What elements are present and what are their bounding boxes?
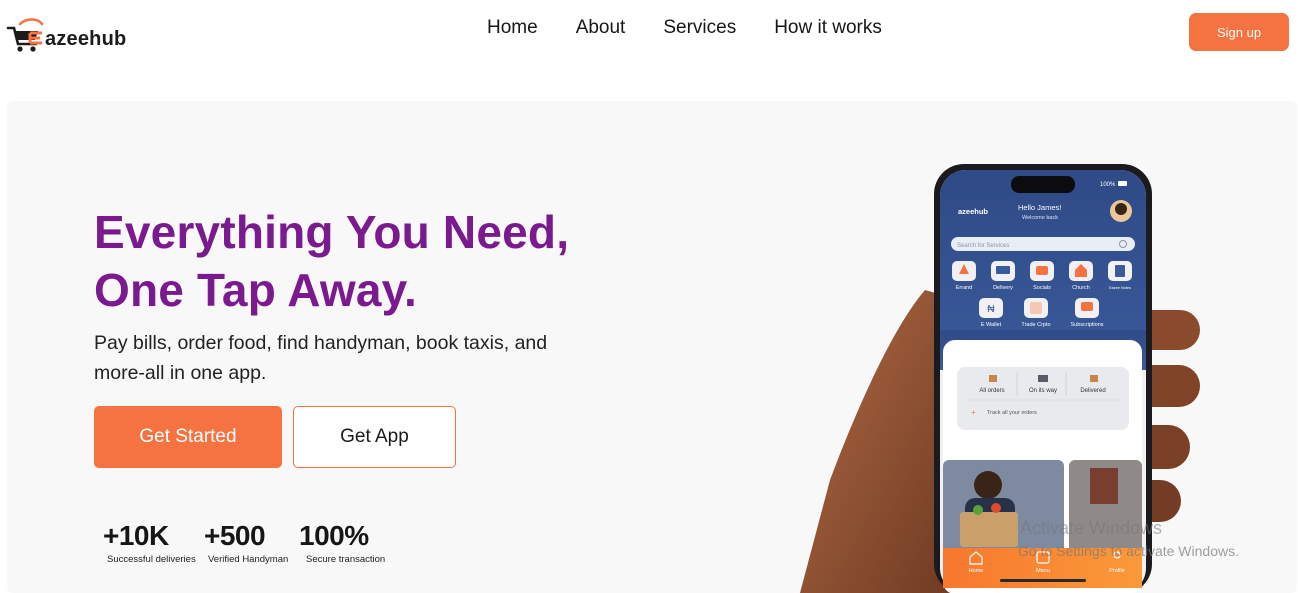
stat-value: 100% — [299, 520, 369, 551]
nav-about[interactable]: About — [576, 17, 626, 39]
hero-headline-line2: One Tap Away. — [94, 264, 417, 316]
app-greeting: Hello James! — [1018, 203, 1061, 212]
hero-subtitle: Pay bills, order food, find handyman, bo… — [94, 332, 548, 384]
windows-watermark-title: Activate Windows — [1020, 518, 1163, 538]
track-orders-link[interactable]: Track all your orders — [987, 410, 1037, 416]
nav-how-it-works[interactable]: How it works — [774, 17, 882, 39]
stat-value: +10K — [103, 520, 169, 551]
subscriptions-icon — [1081, 302, 1093, 311]
service-label: Errand — [956, 285, 973, 291]
service-label: Trade Crpto — [1021, 322, 1050, 328]
get-app-button[interactable]: Get App — [293, 406, 456, 468]
grocery-bag-icon — [960, 512, 1018, 547]
delivered-box-icon — [1090, 375, 1098, 382]
stat-value: +500 — [204, 520, 266, 551]
battery-text: 100% — [1100, 182, 1116, 188]
brand-logo[interactable]: azeehub — [6, 16, 146, 58]
truck-icon — [1038, 375, 1048, 382]
stat-label: Successful deliveries — [107, 554, 196, 565]
app-logo-text: azeehub — [958, 207, 988, 216]
hero-headline-line1: Everything You Need, — [94, 206, 570, 258]
stat-label: Verified Handyman — [208, 554, 289, 565]
delivery-icon — [996, 266, 1010, 274]
orders-tab-onway[interactable]: On its way — [1029, 388, 1057, 394]
app-search-placeholder: Search for Services — [957, 243, 1009, 249]
notes-icon — [1115, 265, 1125, 277]
service-label: Church — [1072, 285, 1090, 291]
top-navigation-bar: azeehub Home About Services How it works… — [0, 0, 1298, 100]
home-indicator — [1000, 579, 1086, 582]
signup-button[interactable]: Sign up — [1189, 13, 1289, 51]
bottom-nav-home[interactable]: Home — [969, 568, 984, 574]
stat-handyman: +500 Verified Handyman — [204, 520, 288, 565]
stat-secure: 100% Secure transaction — [299, 520, 385, 565]
stat-deliveries: +10K Successful deliveries — [103, 520, 196, 565]
hero-headline: Everything You Need, One Tap Away. — [94, 203, 569, 319]
service-label: E Wallet — [981, 322, 1002, 328]
socials-icon — [1036, 266, 1048, 275]
main-nav: Home About Services How it works — [487, 17, 920, 39]
stat-label: Secure transaction — [306, 554, 386, 565]
app-greeting-sub: Welcome back — [1022, 215, 1058, 221]
naira-icon: ₦ — [987, 304, 995, 315]
nav-services[interactable]: Services — [663, 17, 736, 39]
battery-icon — [1118, 181, 1127, 186]
windows-watermark-subtitle: Go to Settings to activate Windows. — [1018, 543, 1239, 559]
cart-logo-icon — [6, 18, 44, 52]
get-started-button[interactable]: Get Started — [94, 406, 282, 468]
service-label: Socials — [1033, 285, 1051, 291]
crypto-icon — [1030, 302, 1042, 314]
box-icon — [989, 375, 997, 382]
service-label: Subscriptions — [1070, 322, 1103, 328]
brand-name: azeehub — [45, 28, 127, 50]
plus-icon[interactable]: + — [971, 408, 976, 417]
orders-tab-all[interactable]: All orders — [979, 388, 1004, 394]
service-label: Delivery — [993, 285, 1013, 291]
phone-notch — [1011, 176, 1075, 193]
service-label: Eazee Notes — [1109, 286, 1131, 290]
bottom-nav-menu[interactable]: Menu — [1036, 568, 1050, 574]
orders-tab-delivered[interactable]: Delivered — [1080, 388, 1105, 394]
nav-home[interactable]: Home — [487, 17, 538, 39]
bottom-nav-profile[interactable]: Profile — [1109, 568, 1125, 574]
